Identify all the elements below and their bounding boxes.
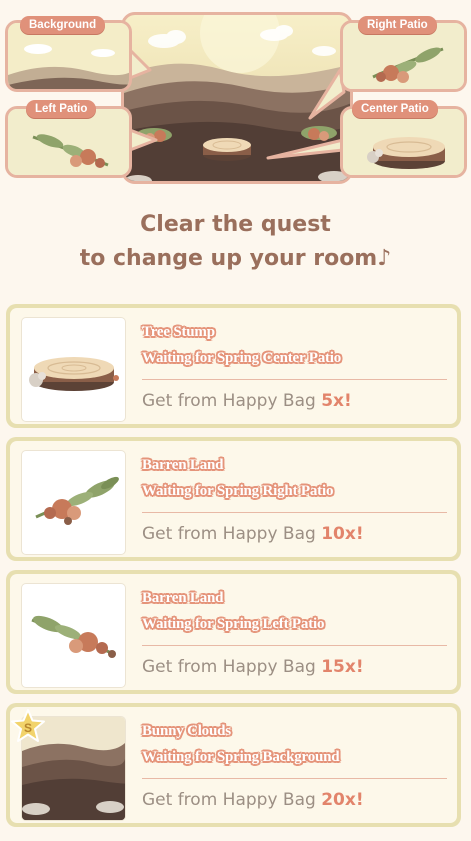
card-divider: [142, 512, 447, 513]
quest-requirement: Get from Happy Bag 15x!: [142, 657, 364, 677]
right-patio-thumbnail: [22, 451, 125, 554]
quest-item-subtitle: Waiting for Spring Right Patio: [142, 483, 334, 499]
quest-heading: Clear the quest to change up your room♪: [0, 208, 471, 276]
quest-heading-line2: to change up your room♪: [79, 246, 392, 271]
right-patio-label: Right Patio: [358, 16, 437, 34]
quest-item-title: Barren Land: [142, 457, 224, 473]
quest-requirement: Get from Happy Bag 10x!: [142, 524, 364, 544]
flower-branch-icon: [31, 615, 116, 658]
quest-card[interactable]: Tree Stump Waiting for Spring Center Pat…: [6, 304, 461, 428]
requirement-text: Get from Happy Bag: [142, 524, 316, 544]
requirement-count: 20x!: [321, 790, 364, 810]
quest-item-subtitle: Waiting for Spring Center Patio: [142, 350, 342, 366]
requirement-count: 5x!: [321, 391, 352, 411]
quest-card[interactable]: Bunny Clouds Waiting for Spring Backgrou…: [6, 703, 461, 827]
quest-requirement: Get from Happy Bag 20x!: [142, 790, 364, 810]
left-patio-label: Left Patio: [26, 100, 97, 118]
special-star-badge: S: [10, 708, 46, 744]
quest-item-title: Tree Stump: [142, 324, 215, 340]
card-divider: [142, 379, 447, 380]
requirement-count: 10x!: [321, 524, 364, 544]
requirement-count: 15x!: [321, 657, 364, 677]
quest-item-subtitle: Waiting for Spring Background: [142, 749, 340, 765]
card-divider: [142, 778, 447, 779]
background-label: Background: [20, 16, 106, 34]
quest-card[interactable]: Barren Land Waiting for Spring Right Pat…: [6, 437, 461, 561]
flower-branch-icon: [35, 476, 119, 525]
requirement-text: Get from Happy Bag: [142, 790, 316, 810]
card-divider: [142, 645, 447, 646]
star-icon: S: [11, 709, 45, 742]
requirement-text: Get from Happy Bag: [142, 657, 316, 677]
center-patio-label: Center Patio: [352, 100, 438, 118]
center-patio-preview-image: [343, 109, 464, 175]
quest-item-title: Barren Land: [142, 590, 224, 606]
left-patio-preview-image: [8, 109, 129, 175]
quest-heading-line1: Clear the quest: [140, 212, 331, 237]
left-patio-thumbnail: [22, 584, 125, 687]
requirement-text: Get from Happy Bag: [142, 391, 316, 411]
tree-stump-thumbnail: [22, 318, 125, 421]
quest-item-subtitle: Waiting for Spring Left Patio: [142, 616, 325, 632]
room-preview: Background Right Patio Left Patio Center…: [0, 0, 471, 190]
quest-requirement: Get from Happy Bag 5x!: [142, 391, 352, 411]
tree-stump-icon: [29, 357, 119, 391]
star-badge-letter: S: [24, 721, 32, 735]
quest-card[interactable]: Barren Land Waiting for Spring Left Pati…: [6, 570, 461, 694]
quest-item-title: Bunny Clouds: [142, 723, 231, 739]
